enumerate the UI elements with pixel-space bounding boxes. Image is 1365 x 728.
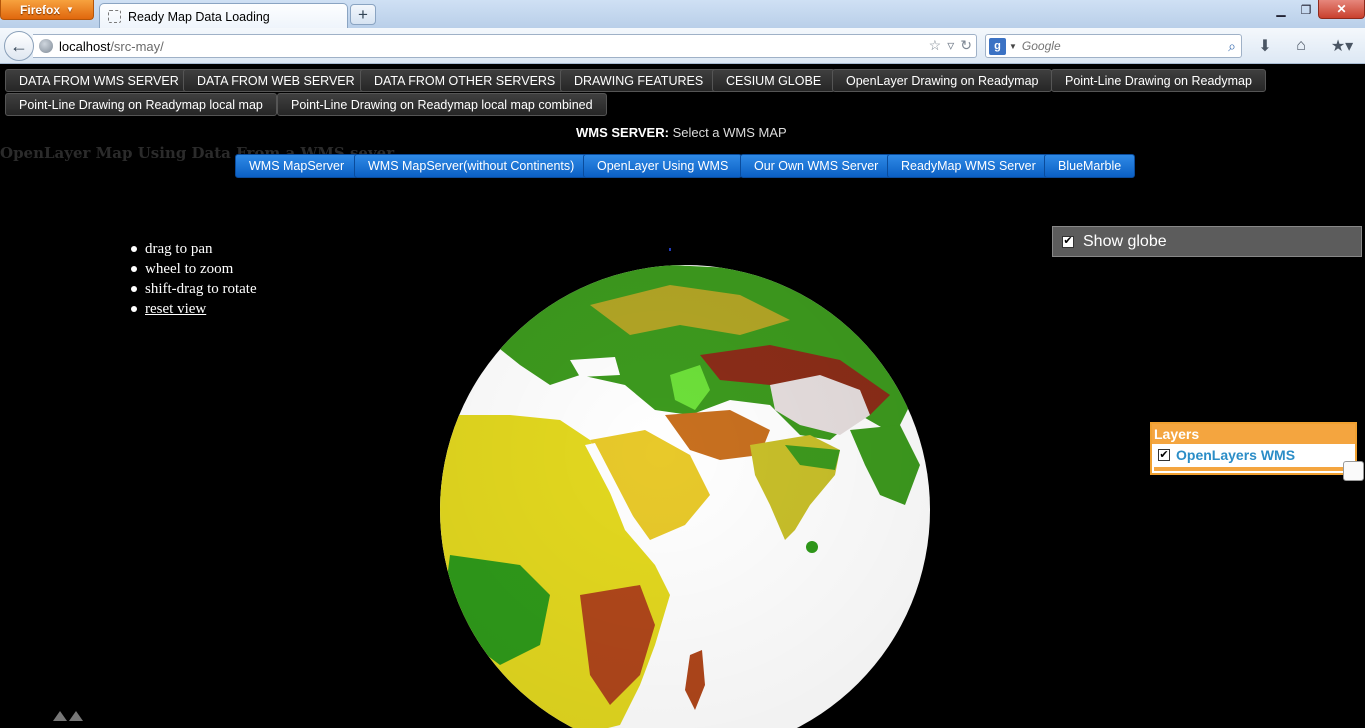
- layer-switcher-toggle-handle[interactable]: [1343, 461, 1364, 481]
- help-item-zoom: wheel to zoom: [131, 259, 257, 279]
- page-content: DATA FROM WMS SERVER DATA FROM WEB SERVE…: [0, 65, 1365, 728]
- chevron-down-icon[interactable]: ▼: [1009, 42, 1017, 51]
- firefox-menu-label: Firefox: [20, 2, 61, 17]
- arrow-left-icon: ←: [10, 35, 28, 56]
- bookmarks-star-icon: ★▾: [1330, 38, 1354, 55]
- new-tab-button[interactable]: +: [350, 4, 376, 25]
- address-bar[interactable]: localhost/src-may/ ☆ ▿ ↻: [33, 34, 977, 58]
- help-item-pan: drag to pan: [131, 239, 257, 259]
- home-icon: ⌂: [1296, 37, 1306, 54]
- nav-cesium-globe-button[interactable]: CESIUM GLOBE: [712, 69, 836, 92]
- close-window-button[interactable]: ✕: [1318, 0, 1365, 19]
- plus-icon: +: [358, 4, 368, 24]
- nav-drawing-features-button[interactable]: DRAWING FEATURES: [560, 69, 718, 92]
- download-arrow-icon: ⬇: [1258, 38, 1272, 55]
- show-globe-panel[interactable]: ✔ Show globe: [1052, 226, 1362, 257]
- search-icon[interactable]: ⌕: [1228, 38, 1236, 55]
- url-host: localhost: [59, 38, 111, 54]
- globe-shading: [440, 265, 930, 728]
- chevron-down-icon: ▼: [66, 5, 74, 14]
- wms-server-label-text: Select a WMS MAP: [672, 125, 787, 140]
- page-favicon-icon: [108, 10, 121, 23]
- firefox-menu-button[interactable]: Firefox ▼: [0, 0, 94, 20]
- maximize-icon: ❐: [1300, 2, 1312, 17]
- help-item-reset: reset view: [131, 299, 257, 319]
- browser-navigation-bar: localhost/src-may/ ☆ ▿ ↻ ← g ▼ ⌕ ⬇ ⌂ ★▾: [0, 28, 1365, 64]
- wms-server-label-bold: WMS SERVER:: [576, 125, 669, 140]
- pan-up-icon[interactable]: [69, 711, 83, 721]
- search-bar[interactable]: g ▼ ⌕: [985, 34, 1242, 58]
- browser-title-bar: Firefox ▼ Ready Map Data Loading + ▁ ❐ ✕: [0, 0, 1365, 29]
- bookmark-star-icon[interactable]: ☆: [929, 37, 942, 54]
- maximize-button[interactable]: ❐: [1294, 0, 1318, 19]
- map-help-list: drag to pan wheel to zoom shift-drag to …: [131, 239, 257, 319]
- nav-openlayer-drawing-button[interactable]: OpenLayer Drawing on Readymap: [832, 69, 1053, 92]
- nav-point-line-local-combined-button[interactable]: Point-Line Drawing on Readymap local map…: [277, 93, 607, 116]
- site-identity-icon[interactable]: [39, 39, 53, 53]
- wms-server-label: WMS SERVER: Select a WMS MAP: [576, 125, 787, 140]
- nav-web-server-button[interactable]: DATA FROM WEB SERVER: [183, 69, 369, 92]
- layer-switcher-header: Layers: [1152, 424, 1355, 444]
- downloads-button[interactable]: ⬇: [1253, 35, 1277, 57]
- layer-item[interactable]: ✔ OpenLayers WMS: [1152, 444, 1355, 466]
- close-icon: ✕: [1336, 2, 1347, 16]
- nav-point-line-drawing-button[interactable]: Point-Line Drawing on Readymap: [1051, 69, 1266, 92]
- history-dropdown-icon[interactable]: ▿: [947, 37, 954, 54]
- layer-label: OpenLayers WMS: [1176, 447, 1296, 463]
- tab-title: Ready Map Data Loading: [128, 9, 270, 24]
- layer-checkbox[interactable]: ✔: [1158, 449, 1170, 461]
- show-globe-label: Show globe: [1083, 232, 1167, 250]
- help-item-rotate: shift-drag to rotate: [131, 279, 257, 299]
- url-path: /src-may/: [110, 38, 164, 54]
- wms-mapserver-button[interactable]: WMS MapServer: [235, 154, 359, 178]
- openlayer-using-wms-button[interactable]: OpenLayer Using WMS: [583, 154, 743, 178]
- google-icon[interactable]: g: [989, 37, 1006, 55]
- search-input[interactable]: [1021, 39, 1212, 53]
- nav-wms-server-button[interactable]: DATA FROM WMS SERVER: [5, 69, 193, 92]
- our-own-wms-server-button[interactable]: Our Own WMS Server: [740, 154, 893, 178]
- minimize-button[interactable]: ▁: [1268, 0, 1294, 19]
- browser-tab[interactable]: Ready Map Data Loading: [99, 3, 348, 29]
- nav-point-line-local-button[interactable]: Point-Line Drawing on Readymap local map: [5, 93, 277, 116]
- show-globe-checkbox[interactable]: ✔: [1062, 235, 1074, 248]
- map-marker-dot: [669, 248, 671, 251]
- reload-icon[interactable]: ↻: [960, 37, 972, 54]
- reset-view-link[interactable]: reset view: [145, 301, 206, 317]
- bluemarble-button[interactable]: BlueMarble: [1044, 154, 1136, 178]
- minimize-icon: ▁: [1276, 2, 1286, 17]
- layer-switcher: Layers ✔ OpenLayers WMS: [1150, 422, 1357, 475]
- pan-left-icon[interactable]: [53, 711, 67, 721]
- earth-globe-map[interactable]: [440, 265, 930, 728]
- back-button[interactable]: ←: [4, 31, 34, 61]
- readymap-wms-server-button[interactable]: ReadyMap WMS Server: [887, 154, 1050, 178]
- home-button[interactable]: ⌂: [1289, 35, 1313, 57]
- nav-other-servers-button[interactable]: DATA FROM OTHER SERVERS: [360, 69, 570, 92]
- pan-control[interactable]: [53, 711, 83, 725]
- wms-mapserver-no-continents-button[interactable]: WMS MapServer(without Continents): [354, 154, 589, 178]
- layer-switcher-footer-bar: [1154, 467, 1350, 471]
- bookmarks-button[interactable]: ★▾: [1324, 35, 1360, 57]
